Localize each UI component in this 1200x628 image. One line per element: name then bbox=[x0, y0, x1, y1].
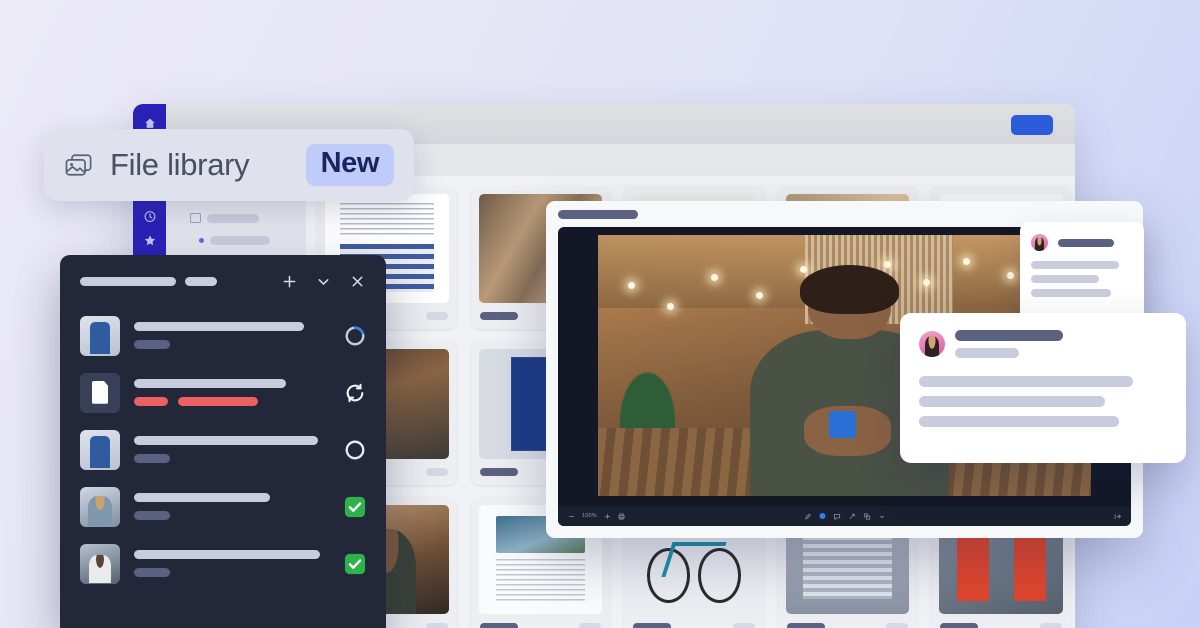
upload-error-bar bbox=[134, 397, 168, 406]
comment-line bbox=[1031, 275, 1099, 283]
upload-panel-header bbox=[60, 255, 386, 307]
asset-title bbox=[480, 468, 518, 476]
upload-retry-icon[interactable] bbox=[344, 382, 366, 404]
folder-icon bbox=[190, 213, 201, 223]
print-icon[interactable] bbox=[618, 513, 625, 520]
video-subject-hair bbox=[800, 265, 899, 314]
upload-row[interactable] bbox=[60, 535, 386, 592]
file-library-badge: File library New bbox=[44, 129, 414, 201]
avatar bbox=[919, 331, 945, 357]
comment-card-primary[interactable] bbox=[900, 313, 1186, 463]
upload-panel-title bbox=[80, 277, 176, 286]
pen-icon[interactable] bbox=[804, 513, 811, 520]
upload-thumbnail bbox=[80, 316, 120, 356]
plus-icon[interactable] bbox=[281, 273, 298, 290]
upload-filename bbox=[134, 379, 286, 388]
asset-meta bbox=[886, 623, 908, 628]
comment-line bbox=[919, 416, 1119, 427]
player-title-placeholder bbox=[558, 210, 638, 219]
comment-line bbox=[919, 376, 1133, 387]
player-toolbar: 100% bbox=[558, 506, 1131, 526]
upload-thumbnail bbox=[80, 487, 120, 527]
asset-title bbox=[480, 623, 518, 628]
comment-line bbox=[1031, 261, 1119, 269]
bicycle-frame bbox=[661, 542, 727, 577]
upload-row[interactable] bbox=[60, 364, 386, 421]
comment-line bbox=[1031, 289, 1111, 297]
avatar bbox=[1031, 234, 1048, 251]
tree-item-label bbox=[210, 236, 270, 245]
asset-meta bbox=[426, 623, 448, 628]
asset-meta bbox=[1040, 623, 1062, 628]
upload-thumbnail bbox=[80, 430, 120, 470]
tree-item[interactable] bbox=[176, 213, 296, 223]
star-icon[interactable] bbox=[143, 234, 156, 247]
asset-title bbox=[787, 623, 825, 628]
comment-icon[interactable] bbox=[833, 513, 840, 520]
color-swatch[interactable] bbox=[819, 513, 825, 519]
panel-right-icon[interactable] bbox=[1114, 513, 1121, 520]
upload-row[interactable] bbox=[60, 478, 386, 535]
upload-panel bbox=[60, 255, 386, 628]
upload-filename bbox=[134, 436, 318, 445]
upload-filename bbox=[134, 493, 270, 502]
comment-line bbox=[919, 396, 1105, 407]
zoom-in-button[interactable] bbox=[604, 513, 611, 520]
tree-item[interactable] bbox=[176, 236, 296, 245]
asset-title bbox=[480, 312, 518, 320]
asset-meta bbox=[426, 312, 448, 320]
upload-panel-count bbox=[185, 277, 217, 286]
close-icon[interactable] bbox=[349, 273, 366, 290]
asset-title bbox=[940, 623, 978, 628]
upload-filesize bbox=[134, 454, 170, 463]
zoom-out-button[interactable] bbox=[568, 513, 575, 520]
upload-filesize bbox=[134, 511, 170, 520]
new-badge: New bbox=[306, 144, 394, 186]
shape-icon[interactable] bbox=[863, 513, 870, 520]
chevron-down-icon[interactable] bbox=[315, 273, 332, 290]
comment-timestamp bbox=[955, 348, 1019, 358]
clock-icon[interactable] bbox=[143, 210, 156, 223]
upload-row[interactable] bbox=[60, 307, 386, 364]
video-subject-phone bbox=[829, 411, 856, 438]
upload-error-bars bbox=[134, 397, 330, 406]
upload-filesize bbox=[134, 568, 170, 577]
comment-author-name bbox=[1058, 239, 1114, 247]
upload-thumbnail bbox=[80, 373, 120, 413]
comment-author-name bbox=[955, 330, 1063, 341]
upload-complete-check-icon bbox=[344, 553, 366, 575]
asset-title bbox=[633, 623, 671, 628]
asset-meta bbox=[579, 623, 601, 628]
upload-filename bbox=[134, 550, 320, 559]
upload-pending-circle-icon bbox=[344, 439, 366, 461]
zoom-level-label: 100% bbox=[582, 513, 597, 519]
arrow-icon[interactable] bbox=[848, 513, 855, 520]
file-library-title: File library bbox=[110, 147, 249, 183]
upload-filesize bbox=[134, 340, 170, 349]
upload-error-bar bbox=[178, 397, 258, 406]
upload-status-spinner-icon bbox=[344, 325, 366, 347]
asset-meta bbox=[426, 468, 448, 476]
chevron-down-icon[interactable] bbox=[878, 513, 885, 520]
dot-marker-icon bbox=[199, 238, 204, 243]
upload-filename bbox=[134, 322, 304, 331]
upload-row[interactable] bbox=[60, 421, 386, 478]
tree-item-label bbox=[207, 214, 259, 223]
primary-action-button[interactable] bbox=[1011, 115, 1053, 135]
file-library-icon bbox=[64, 152, 94, 178]
upload-complete-check-icon bbox=[344, 496, 366, 518]
upload-thumbnail bbox=[80, 544, 120, 584]
asset-meta bbox=[733, 623, 755, 628]
